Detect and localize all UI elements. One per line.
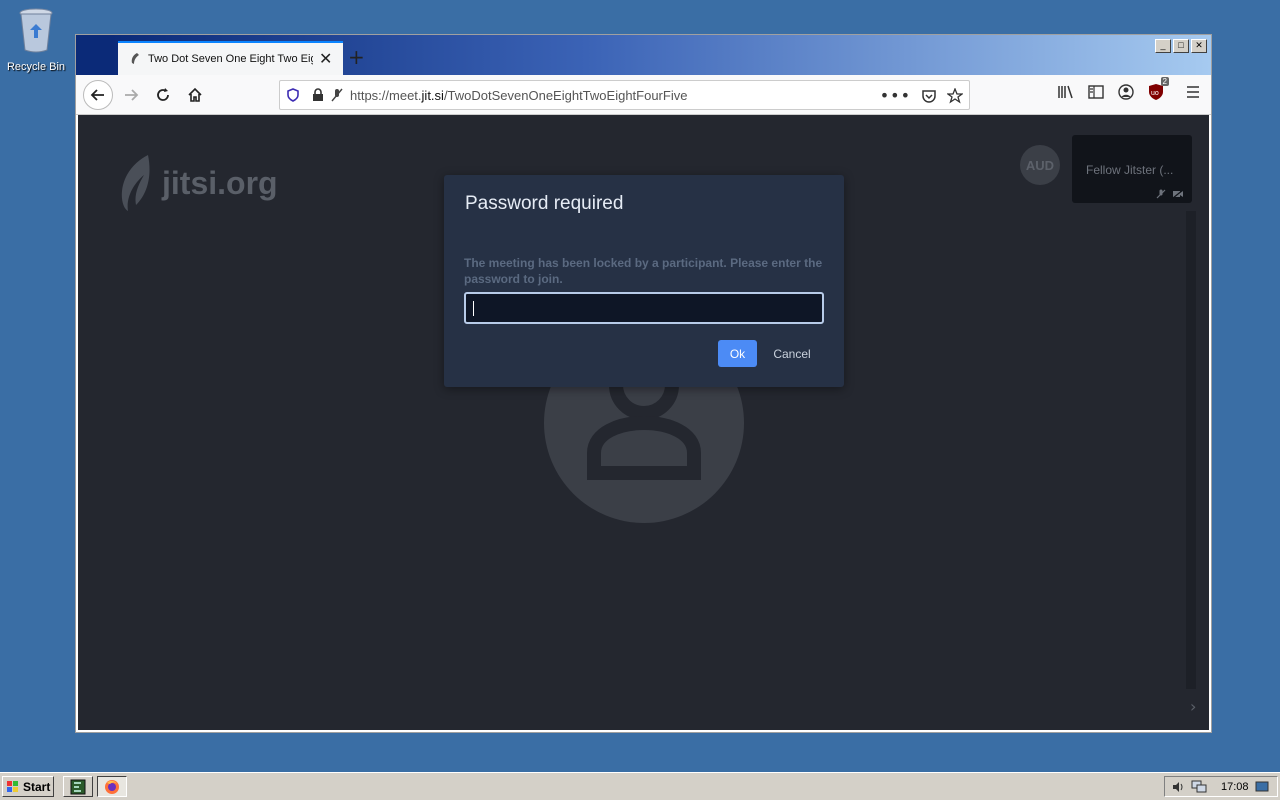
- volume-icon[interactable]: [1171, 780, 1185, 794]
- lock-icon[interactable]: [312, 88, 324, 102]
- microphone-blocked-icon[interactable]: [330, 88, 344, 102]
- password-input[interactable]: [464, 292, 824, 324]
- ublock-badge: 2: [1160, 77, 1169, 86]
- thumbnail-status-icons: [1156, 189, 1184, 199]
- address-bar[interactable]: https://meet.jit.si/TwoDotSevenOneEightT…: [279, 80, 970, 110]
- library-icon[interactable]: [1057, 84, 1075, 100]
- jitsi-favicon-icon: [131, 53, 139, 64]
- minimize-button[interactable]: _: [1155, 39, 1171, 53]
- meeting-page: jitsi.org AUD Fellow Jitster (... › Pass…: [78, 115, 1209, 730]
- home-icon: [188, 87, 202, 102]
- taskbar-app-firefox[interactable]: [97, 776, 127, 797]
- camera-off-icon: [1172, 189, 1184, 199]
- reload-button[interactable]: [150, 82, 176, 108]
- password-dialog: Password required The meeting has been l…: [444, 175, 844, 387]
- terminal-icon: [70, 779, 86, 794]
- arrow-left-icon: [90, 89, 104, 101]
- clock[interactable]: 17:08: [1221, 781, 1249, 793]
- new-tab-icon[interactable]: +: [348, 45, 365, 69]
- close-window-button[interactable]: ✕: [1191, 39, 1207, 53]
- jitsi-logo-icon: [121, 155, 150, 211]
- taskbar: Start 17:08: [0, 772, 1280, 800]
- bookmark-star-icon[interactable]: [947, 87, 963, 104]
- recycle-bin-icon: [19, 8, 53, 53]
- dialog-description: The meeting has been locked by a partici…: [464, 256, 823, 286]
- firefox-icon: [105, 779, 119, 794]
- jitsi-logo[interactable]: jitsi.org: [114, 151, 278, 215]
- ok-button[interactable]: Ok: [718, 340, 757, 367]
- audio-badge: AUD: [1020, 145, 1060, 185]
- home-button[interactable]: [182, 82, 208, 108]
- navigation-toolbar: https://meet.jit.si/TwoDotSevenOneEightT…: [76, 75, 1211, 115]
- windows-logo-icon: [7, 780, 18, 792]
- title-bar: Two Dot Seven One Eight Two Eight Four F…: [76, 35, 1211, 75]
- reload-icon: [157, 88, 169, 101]
- maximize-button[interactable]: □: [1173, 39, 1189, 53]
- arrow-right-icon: [125, 89, 139, 101]
- page-actions-icon[interactable]: •••: [880, 86, 911, 105]
- system-tray: 17:08: [1164, 776, 1278, 797]
- tab-meeting[interactable]: Two Dot Seven One Eight Two Eight Four F…: [118, 41, 343, 75]
- filmstrip-scrollbar[interactable]: [1186, 211, 1196, 689]
- logo-text: jitsi.org: [162, 164, 278, 201]
- start-label: Start: [23, 779, 51, 794]
- back-button[interactable]: [83, 80, 113, 110]
- taskbar-app-terminal[interactable]: [63, 776, 93, 797]
- recycle-bin-label: Recycle Bin: [6, 61, 66, 73]
- url-text: https://meet.jit.si/TwoDotSevenOneEightT…: [350, 87, 688, 103]
- url-actions: •••: [880, 86, 963, 105]
- svg-text:uo: uo: [1151, 90, 1159, 97]
- participant-thumbnail[interactable]: Fellow Jitster (...: [1072, 135, 1192, 203]
- network-icon[interactable]: [1191, 780, 1207, 794]
- tab-title: Two Dot Seven One Eight Two Eight Four F…: [148, 53, 313, 65]
- ublock-origin-icon[interactable]: uo 2: [1147, 77, 1169, 101]
- browser-window: Two Dot Seven One Eight Two Eight Four F…: [75, 34, 1212, 733]
- account-icon[interactable]: [1117, 83, 1135, 101]
- cancel-button[interactable]: Cancel: [766, 340, 818, 367]
- hamburger-menu-icon[interactable]: [1185, 84, 1201, 100]
- recycle-bin[interactable]: Recycle Bin: [4, 6, 68, 73]
- window-controls: _ □ ✕: [1155, 39, 1207, 53]
- chevron-right-icon[interactable]: ›: [1190, 697, 1196, 716]
- text-caret: [473, 301, 474, 316]
- microphone-muted-icon: [1156, 189, 1166, 199]
- sidebar-icon[interactable]: [1087, 84, 1105, 100]
- toolbar-right: uo 2: [1057, 77, 1201, 101]
- show-desktop-icon[interactable]: [1255, 781, 1269, 793]
- pocket-icon[interactable]: [921, 88, 937, 104]
- forward-button[interactable]: [118, 82, 144, 108]
- tracking-shield-icon[interactable]: [286, 88, 300, 102]
- close-tab-icon[interactable]: ✕: [319, 49, 332, 69]
- dialog-title: Password required: [465, 193, 624, 214]
- start-button[interactable]: Start: [2, 776, 54, 797]
- participant-name: Fellow Jitster (...: [1086, 163, 1174, 177]
